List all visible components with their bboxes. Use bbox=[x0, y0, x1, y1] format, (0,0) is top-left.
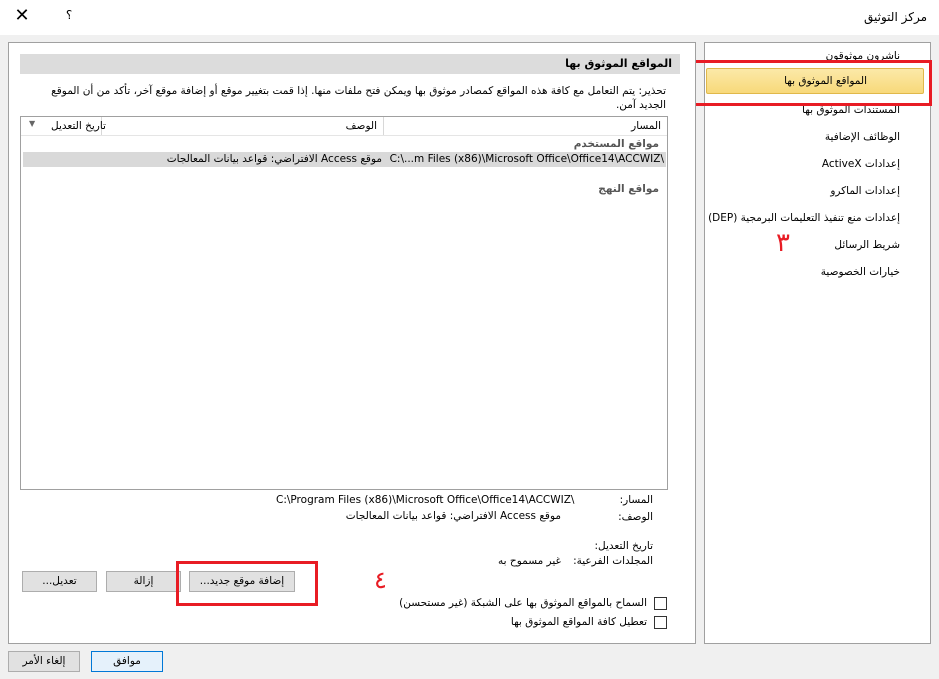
allow-network-checkbox[interactable] bbox=[654, 597, 667, 610]
sidebar-item-dep[interactable]: إعدادات منع تنفيذ التعليمات البرمجية (DE… bbox=[700, 212, 900, 224]
warning-line-2: الجديد آمن. bbox=[615, 99, 666, 111]
row-path: C:\...m Files (x86)\Microsoft Office\Off… bbox=[389, 153, 664, 165]
sidebar-item-message-bar[interactable]: شريط الرسائل bbox=[700, 239, 900, 251]
close-icon[interactable]: ✕ bbox=[10, 5, 34, 29]
highlight-box-sidebar bbox=[684, 60, 932, 106]
column-header-path[interactable]: المسار bbox=[631, 120, 661, 132]
title-bar: مركز التوثيق ؟ ✕ bbox=[0, 0, 939, 35]
header-divider bbox=[21, 135, 667, 136]
remove-button[interactable]: إزالة bbox=[106, 571, 181, 592]
sidebar-item-privacy[interactable]: خيارات الخصوصية bbox=[700, 266, 900, 278]
locations-list[interactable]: المسار الوصف تاريخ التعديل ▼ مواقع المست… bbox=[20, 116, 668, 490]
disable-all-checkbox-row[interactable]: تعطيل كافة المواقع الموثوق بها bbox=[267, 616, 667, 630]
warning-text: تحذير: يتم التعامل مع كافة هذه المواقع ك… bbox=[26, 84, 666, 112]
detail-subfolders-label: المجلدات الفرعية: bbox=[573, 555, 653, 567]
column-header-date[interactable]: تاريخ التعديل bbox=[51, 120, 106, 132]
detail-path-value: C:\Program Files (x86)\Microsoft Office\… bbox=[276, 494, 575, 506]
group-user-locations: مواقع المستخدم bbox=[573, 138, 659, 150]
help-button[interactable]: ؟ bbox=[60, 8, 78, 26]
window-title: مركز التوثيق bbox=[864, 10, 927, 24]
section-title: المواقع الموثوق بها bbox=[20, 54, 680, 74]
detail-path-label: المسار: bbox=[619, 494, 653, 506]
disable-all-label[interactable]: تعطيل كافة المواقع الموثوق بها bbox=[511, 616, 647, 628]
disable-all-checkbox[interactable] bbox=[654, 616, 667, 629]
detail-date-label: تاريخ التعديل: bbox=[594, 540, 653, 552]
column-header-description[interactable]: الوصف bbox=[346, 120, 377, 132]
table-row[interactable]: C:\...m Files (x86)\Microsoft Office\Off… bbox=[23, 152, 666, 167]
modify-button[interactable]: تعديل... bbox=[22, 571, 97, 592]
row-description: موقع Access الافتراضي: قواعد بيانات المع… bbox=[166, 153, 382, 165]
annotation-number-4: ٤ bbox=[374, 566, 387, 594]
detail-description-label: الوصف: bbox=[618, 511, 653, 523]
allow-network-checkbox-row[interactable]: السماح بالمواقع الموثوق بها على الشبكة (… bbox=[267, 597, 667, 611]
sidebar-item-add-ins[interactable]: الوظائف الإضافية bbox=[700, 131, 900, 143]
annotation-number-3: ٣ bbox=[776, 228, 790, 258]
cancel-button[interactable]: إلغاء الأمر bbox=[8, 651, 80, 672]
detail-description-value: موقع Access الافتراضي: قواعد بيانات المع… bbox=[345, 510, 561, 522]
detail-subfolders-value: غير مسموح به bbox=[498, 555, 561, 567]
group-policy-locations: مواقع النهج bbox=[598, 183, 659, 195]
column-separator bbox=[383, 117, 384, 135]
sidebar-item-macro[interactable]: إعدادات الماكرو bbox=[700, 185, 900, 197]
sort-arrow-icon: ▼ bbox=[29, 119, 36, 128]
warning-line-1: تحذير: يتم التعامل مع كافة هذه المواقع ك… bbox=[51, 85, 666, 97]
allow-network-label[interactable]: السماح بالمواقع الموثوق بها على الشبكة (… bbox=[399, 597, 647, 609]
sidebar-item-activex[interactable]: إعدادات ActiveX bbox=[700, 158, 900, 170]
ok-button[interactable]: موافق bbox=[91, 651, 163, 672]
